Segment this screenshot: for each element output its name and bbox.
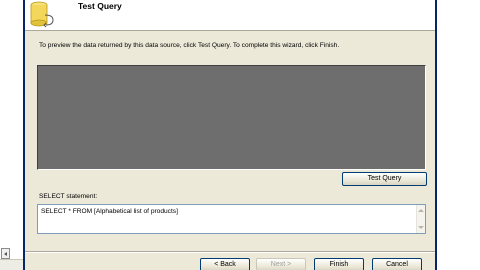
scroll-down-icon[interactable] [418, 226, 424, 229]
query-results-area[interactable] [37, 65, 426, 170]
vertical-scrollbar[interactable] [416, 205, 425, 233]
cancel-button[interactable]: Cancel [372, 258, 422, 270]
back-button[interactable]: < Back [200, 258, 250, 270]
instructions-text: To preview the data returned by this dat… [39, 42, 340, 49]
horizontal-scrollbar[interactable] [0, 259, 23, 270]
footer-divider [25, 251, 435, 253]
next-button[interactable]: Next > [256, 258, 306, 270]
select-statement-text: SELECT * FROM [Alphabetical list of prod… [41, 208, 178, 215]
select-statement-field[interactable]: SELECT * FROM [Alphabetical list of prod… [37, 204, 426, 234]
database-icon [30, 1, 54, 28]
wizard-header: Test Query [25, 0, 435, 31]
background-window-right [437, 0, 480, 270]
scroll-left-button[interactable] [1, 248, 10, 259]
wizard-dialog: Test Query To preview the data returned … [23, 0, 437, 270]
select-statement-label: SELECT statement: [39, 193, 98, 200]
page-title: Test Query [78, 1, 122, 11]
test-query-button[interactable]: Test Query [342, 172, 427, 186]
wizard-content: To preview the data returned by this dat… [25, 32, 435, 270]
scroll-up-icon[interactable] [418, 209, 424, 212]
finish-button[interactable]: Finish [314, 258, 364, 270]
background-window-strip [0, 0, 23, 270]
